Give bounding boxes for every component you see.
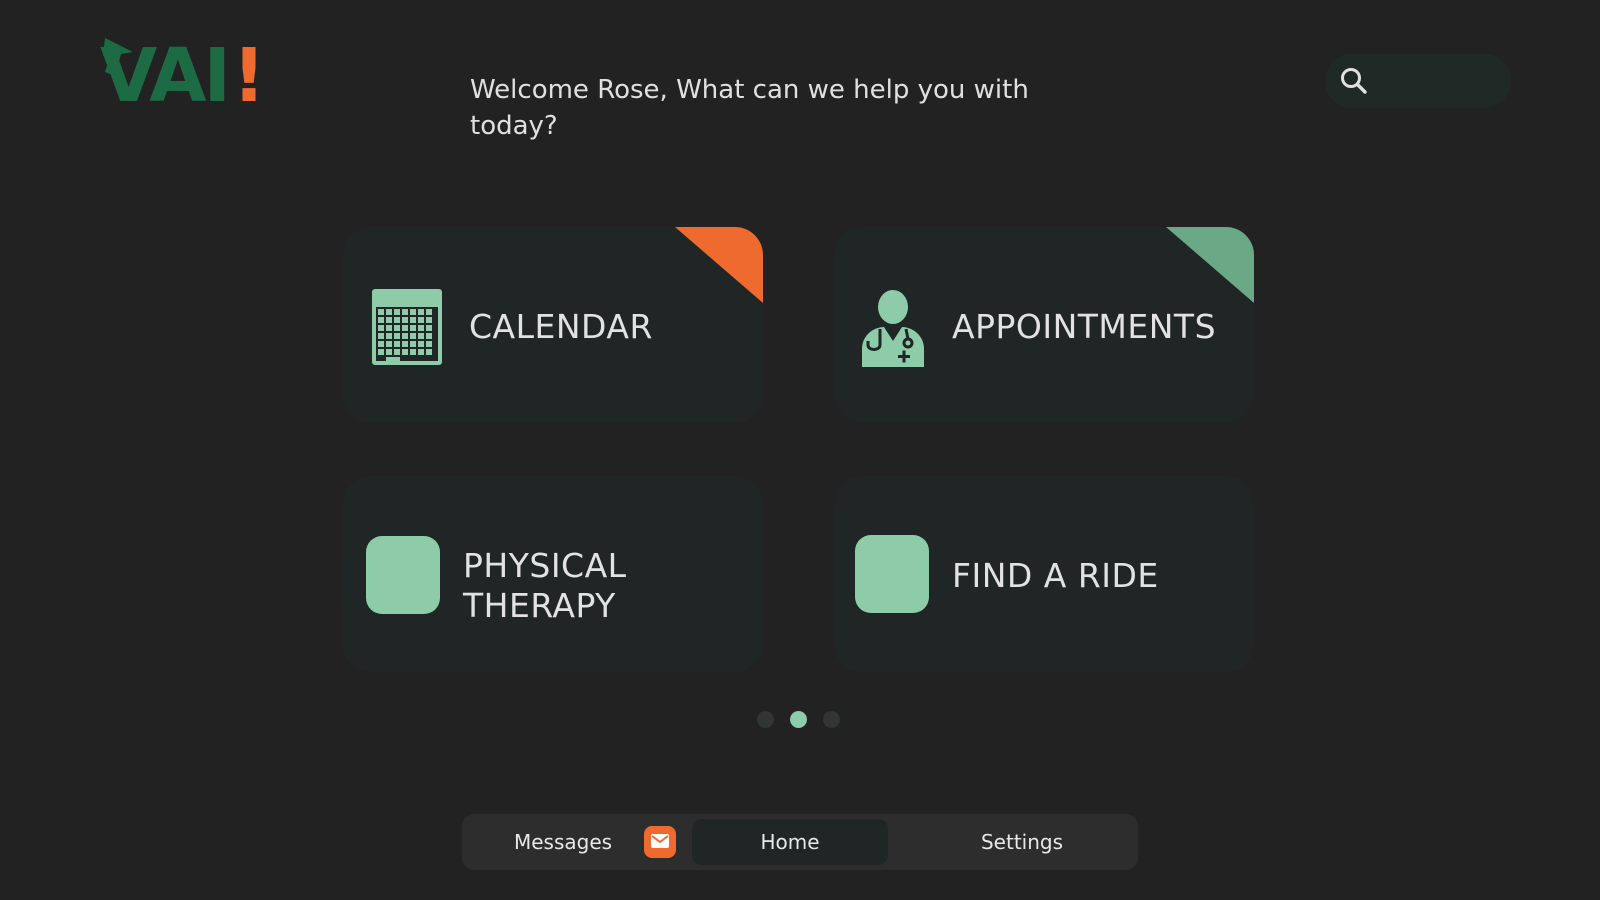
nav-messages-label: Messages xyxy=(514,830,613,854)
appointments-card[interactable]: APPOINTMENTS xyxy=(834,227,1254,423)
greeting-text: Welcome Rose, What can we help you with … xyxy=(470,75,1029,141)
corner-flag-green xyxy=(1166,227,1254,303)
corner-flag-orange xyxy=(675,227,763,303)
search-button[interactable] xyxy=(1325,54,1511,108)
physical-therapy-icon xyxy=(366,536,440,614)
find-a-ride-card[interactable]: FIND A RIDE xyxy=(834,476,1254,672)
page-dot-3[interactable] xyxy=(823,711,840,728)
calendar-label: CALENDAR xyxy=(469,307,653,346)
page-dot-2-active[interactable] xyxy=(790,711,807,728)
nav-messages[interactable]: Messages xyxy=(492,814,676,870)
appointments-label: APPOINTMENTS xyxy=(952,307,1217,346)
home-screen: VAI! Welcome Rose, What can we help you … xyxy=(0,0,1600,900)
doctor-icon xyxy=(862,290,924,367)
physical-therapy-card[interactable]: PHYSICAL THERAPY xyxy=(343,476,763,672)
search-icon xyxy=(1341,68,1367,94)
calendar-card[interactable]: CALENDAR xyxy=(343,227,763,423)
bottom-nav: Messages Home Settings xyxy=(462,814,1138,870)
physical-therapy-label: PHYSICAL THERAPY xyxy=(463,546,627,625)
nav-settings[interactable]: Settings xyxy=(942,814,1102,870)
calendar-icon xyxy=(372,289,442,365)
mail-icon xyxy=(644,826,676,858)
vai-logo: VAI! xyxy=(100,36,280,116)
page-dot-1[interactable] xyxy=(757,711,774,728)
page-indicator xyxy=(757,711,847,729)
find-a-ride-icon xyxy=(855,535,929,613)
nav-home[interactable]: Home xyxy=(692,819,888,865)
logo-arrow-icon xyxy=(103,38,133,76)
find-a-ride-label: FIND A RIDE xyxy=(952,556,1159,595)
